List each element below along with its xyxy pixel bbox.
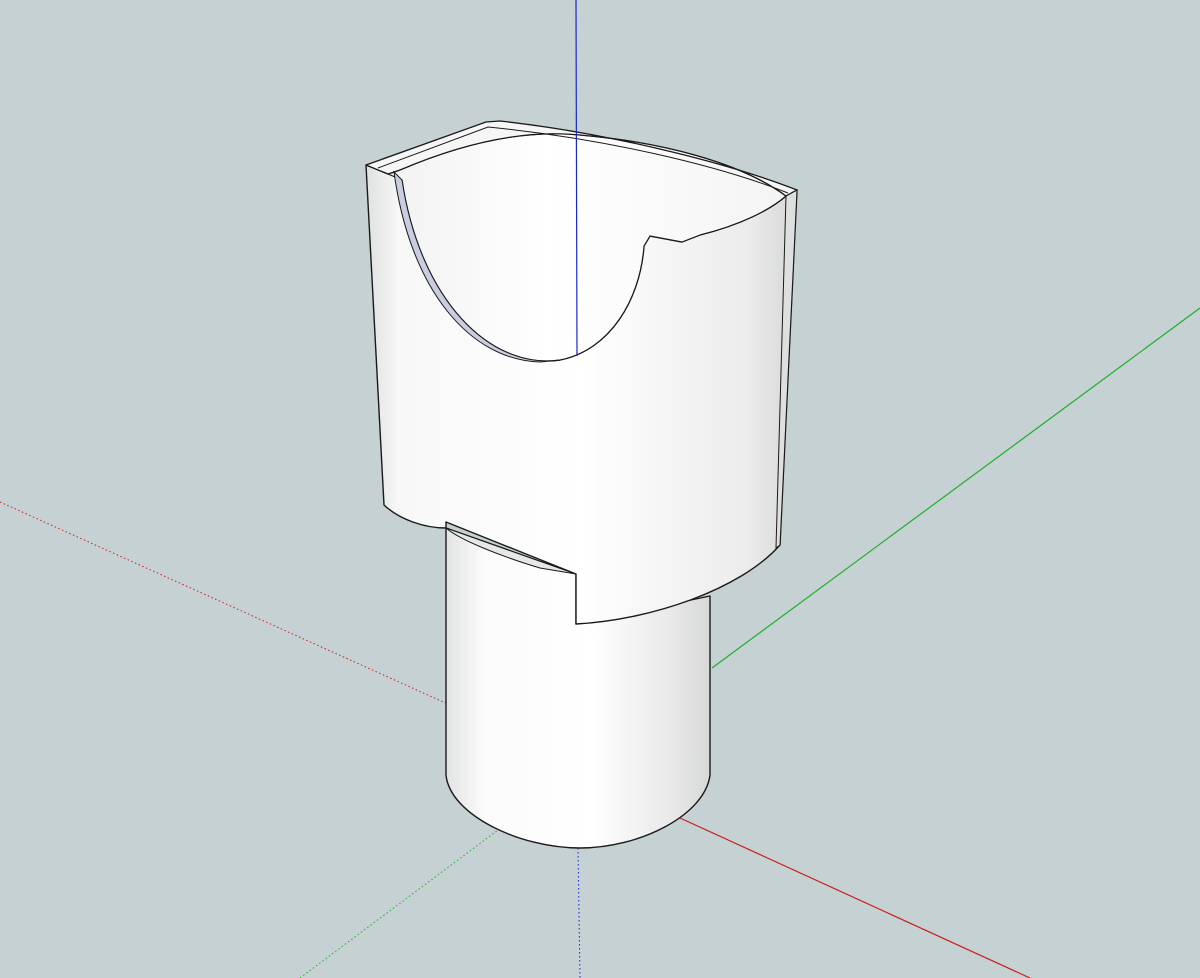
red-axis-hidden-line: [0, 501, 451, 706]
red-axis-line: [679, 817, 1031, 978]
green-axis-hidden-line: [299, 829, 499, 978]
blue-axis-hidden-line: [577, 847, 581, 978]
3d-model-viewport[interactable]: [0, 0, 1200, 978]
scene-canvas[interactable]: [0, 0, 1200, 978]
upper-housing[interactable]: [365, 120, 798, 625]
